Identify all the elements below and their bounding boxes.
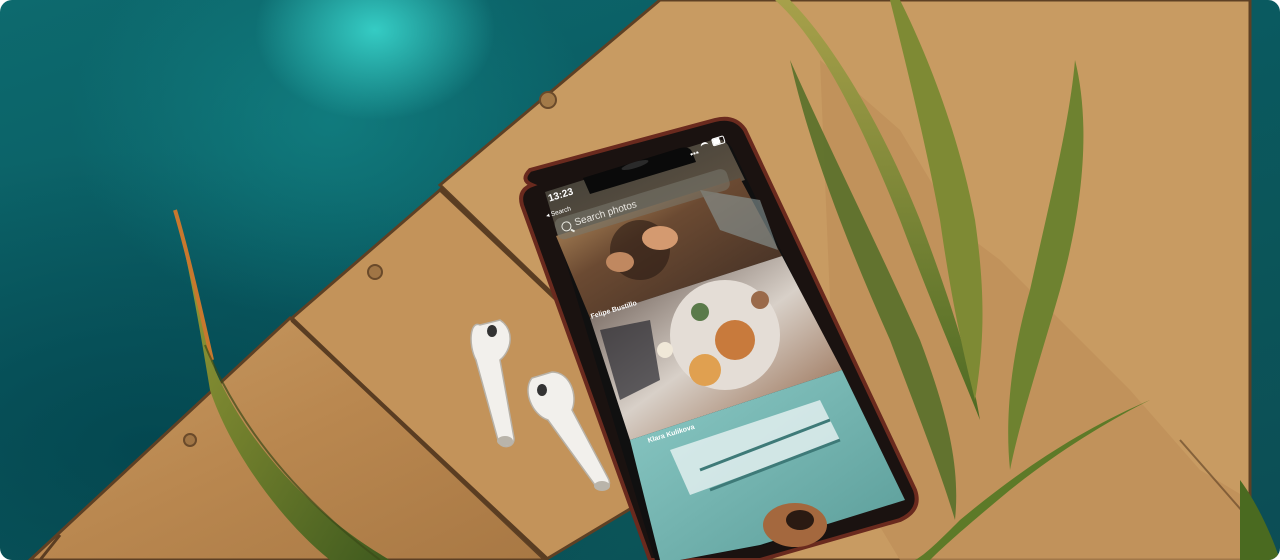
photo-scene: 13:23 ◂ Search Search photos Felipe Bust…: [0, 0, 1280, 560]
scene-illustration: [27, 0, 1280, 560]
search-icon: [560, 220, 573, 233]
wifi-icon: [699, 141, 710, 152]
